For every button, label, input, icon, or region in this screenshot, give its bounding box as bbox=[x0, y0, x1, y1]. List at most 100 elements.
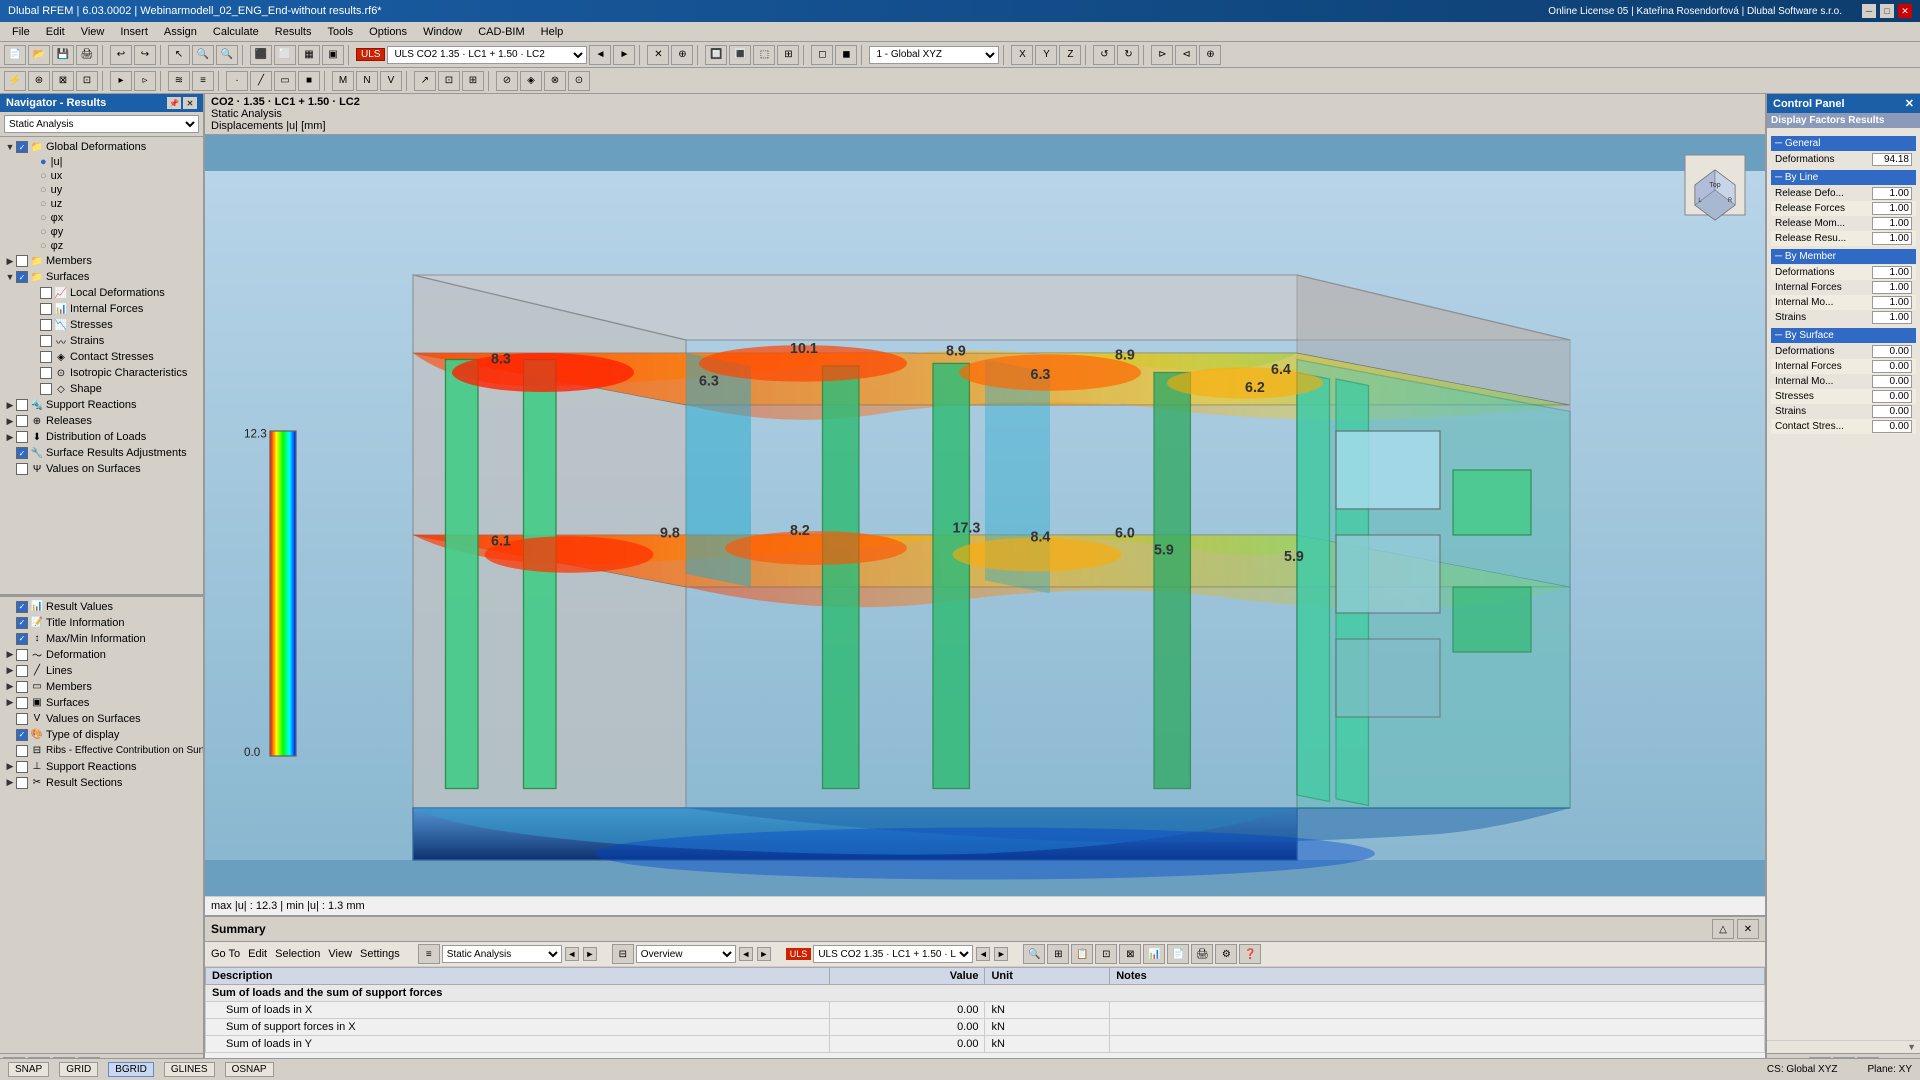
tree-checkbox[interactable] bbox=[40, 383, 52, 395]
tree-checkbox[interactable] bbox=[40, 287, 52, 299]
tree-surface-adj[interactable]: ✓ 🔧 Surface Results Adjustments bbox=[2, 445, 201, 461]
tb2-3[interactable]: ⊠ bbox=[52, 71, 74, 91]
summary-tb7[interactable]: 📄 bbox=[1167, 944, 1189, 964]
tree-phiz[interactable]: ○ φz bbox=[26, 239, 201, 253]
tb-axis3[interactable]: Z bbox=[1059, 45, 1081, 65]
tb2-2[interactable]: ⊛ bbox=[28, 71, 50, 91]
menu-edit[interactable]: Edit bbox=[38, 24, 73, 40]
maximize-button[interactable]: □ bbox=[1880, 4, 1894, 18]
tree-checkbox[interactable] bbox=[16, 255, 28, 267]
cp-mem-deform-value[interactable] bbox=[1872, 266, 1912, 279]
tb2-7[interactable]: ≋ bbox=[168, 71, 190, 91]
tb-view2[interactable]: ⬜ bbox=[274, 45, 296, 65]
menu-file[interactable]: File bbox=[4, 24, 38, 40]
tree-uz[interactable]: ○ uz bbox=[26, 197, 201, 211]
tree-lines-b[interactable]: ▶ ╱ Lines bbox=[2, 663, 201, 679]
cp-surf-strains-value[interactable] bbox=[1872, 405, 1912, 418]
tree-checkbox[interactable] bbox=[40, 303, 52, 315]
tree-surfaces-b[interactable]: ▶ ▣ Surfaces bbox=[2, 695, 201, 711]
cp-rel-resu-value[interactable] bbox=[1872, 232, 1912, 245]
cp-surf-deform-value[interactable] bbox=[1872, 345, 1912, 358]
tb2-extra4[interactable]: ⊙ bbox=[568, 71, 590, 91]
summary-tb9[interactable]: ⚙ bbox=[1215, 944, 1237, 964]
summary-static-icon[interactable]: ≡ bbox=[418, 944, 440, 964]
tb-redo[interactable]: ↪ bbox=[134, 45, 156, 65]
tree-phiy[interactable]: ○ φy bbox=[26, 225, 201, 239]
summary-ov-next-btn[interactable]: ► bbox=[757, 947, 771, 961]
cp-bymember-header[interactable]: ─ By Member bbox=[1771, 249, 1916, 264]
nav-close-btn[interactable]: ✕ bbox=[183, 97, 197, 109]
tb2-8[interactable]: ≡ bbox=[192, 71, 214, 91]
tree-releases[interactable]: ▶ ⊕ Releases bbox=[2, 413, 201, 429]
tb-rotate-right[interactable]: ↻ bbox=[1117, 45, 1139, 65]
cp-close-btn[interactable]: ✕ bbox=[1905, 97, 1914, 110]
summary-analysis-select[interactable]: Static Analysis bbox=[442, 945, 562, 963]
grid-btn[interactable]: GRID bbox=[59, 1062, 98, 1077]
cp-byline-header[interactable]: ─ By Line bbox=[1771, 170, 1916, 185]
tb-result-show[interactable]: ⊕ bbox=[671, 45, 693, 65]
tree-checkbox[interactable]: ✓ bbox=[16, 141, 28, 153]
tree-checkbox[interactable] bbox=[16, 697, 28, 709]
tb-view4[interactable]: ▣ bbox=[322, 45, 344, 65]
summary-expand-btn[interactable]: △ bbox=[1712, 919, 1734, 939]
menu-view[interactable]: View bbox=[73, 24, 113, 40]
tree-checkbox[interactable] bbox=[16, 745, 28, 757]
tree-contact-stresses[interactable]: ◈ Contact Stresses bbox=[26, 349, 201, 365]
tb-combo-prev[interactable]: ◄ bbox=[589, 45, 611, 65]
edit-menu[interactable]: Edit bbox=[248, 948, 267, 960]
tb-iso2[interactable]: ◼ bbox=[835, 45, 857, 65]
summary-next-btn[interactable]: ► bbox=[583, 947, 597, 961]
tree-result-sections[interactable]: ▶ ✂ Result Sections bbox=[2, 775, 201, 791]
nav-pin-btn[interactable]: 📌 bbox=[167, 97, 181, 109]
selection-menu[interactable]: Selection bbox=[275, 948, 320, 960]
tb-view1[interactable]: ⬛ bbox=[250, 45, 272, 65]
tb2-sel3[interactable]: ⊞ bbox=[462, 71, 484, 91]
tree-shape[interactable]: ◇ Shape bbox=[26, 381, 201, 397]
menu-tools[interactable]: Tools bbox=[319, 24, 361, 40]
summary-tb10[interactable]: ❓ bbox=[1239, 944, 1261, 964]
tree-support-reactions[interactable]: ▶ 🔩 Support Reactions bbox=[2, 397, 201, 413]
tb-render2[interactable]: 🔳 bbox=[729, 45, 751, 65]
menu-window[interactable]: Window bbox=[415, 24, 470, 40]
tb2-solid[interactable]: ■ bbox=[298, 71, 320, 91]
tree-result-values[interactable]: ✓ 📊 Result Values bbox=[2, 599, 201, 615]
tb-save[interactable]: 💾 bbox=[52, 45, 74, 65]
goto-menu[interactable]: Go To bbox=[211, 948, 240, 960]
tb-render1[interactable]: 🔲 bbox=[705, 45, 727, 65]
menu-cad-bim[interactable]: CAD-BIM bbox=[470, 24, 532, 40]
tree-maxmin-info[interactable]: ✓ ↕ Max/Min Information bbox=[2, 631, 201, 647]
tree-checkbox[interactable]: ✓ bbox=[16, 617, 28, 629]
tb2-surface[interactable]: ▭ bbox=[274, 71, 296, 91]
viewport-3d[interactable]: 8.3 10.1 8.9 8.9 6.4 6.3 6.3 6.2 6.1 9.8… bbox=[205, 135, 1765, 896]
summary-tb1[interactable]: 🔍 bbox=[1023, 944, 1045, 964]
close-button[interactable]: ✕ bbox=[1898, 4, 1912, 18]
tb-iso1[interactable]: ◻ bbox=[811, 45, 833, 65]
cp-rel-defo-value[interactable] bbox=[1872, 187, 1912, 200]
summary-combo-next[interactable]: ► bbox=[994, 947, 1008, 961]
tree-checkbox[interactable] bbox=[16, 463, 28, 475]
summary-tb2[interactable]: ⊞ bbox=[1047, 944, 1069, 964]
tree-ux[interactable]: ○ ux bbox=[26, 169, 201, 183]
tb-axis2[interactable]: Y bbox=[1035, 45, 1057, 65]
tb-view3[interactable]: ▦ bbox=[298, 45, 320, 65]
tb-axis1[interactable]: X bbox=[1011, 45, 1033, 65]
tb-more3[interactable]: ⊕ bbox=[1199, 45, 1221, 65]
summary-tb6[interactable]: 📊 bbox=[1143, 944, 1165, 964]
summary-tb4[interactable]: ⊡ bbox=[1095, 944, 1117, 964]
cp-surf-intmo-value[interactable] bbox=[1872, 375, 1912, 388]
tb-undo[interactable]: ↩ bbox=[110, 45, 132, 65]
summary-overview-icon[interactable]: ⊟ bbox=[612, 944, 634, 964]
view-combo[interactable]: 1 - Global XYZ bbox=[869, 46, 999, 64]
tree-checkbox[interactable] bbox=[16, 415, 28, 427]
summary-tb5[interactable]: ⊠ bbox=[1119, 944, 1141, 964]
cp-surf-intforces-value[interactable] bbox=[1872, 360, 1912, 373]
cp-deform-value[interactable] bbox=[1872, 153, 1912, 166]
cp-general-header[interactable]: ─ General bbox=[1771, 136, 1916, 151]
tb2-1[interactable]: ⚡ bbox=[4, 71, 26, 91]
tree-internal-forces[interactable]: 📊 Internal Forces bbox=[26, 301, 201, 317]
glines-btn[interactable]: GLINES bbox=[164, 1062, 215, 1077]
tb2-m2[interactable]: N bbox=[356, 71, 378, 91]
summary-overview-select[interactable]: Overview bbox=[636, 945, 736, 963]
tree-checkbox[interactable] bbox=[16, 649, 28, 661]
summary-tb8[interactable]: 🖨 bbox=[1191, 944, 1213, 964]
